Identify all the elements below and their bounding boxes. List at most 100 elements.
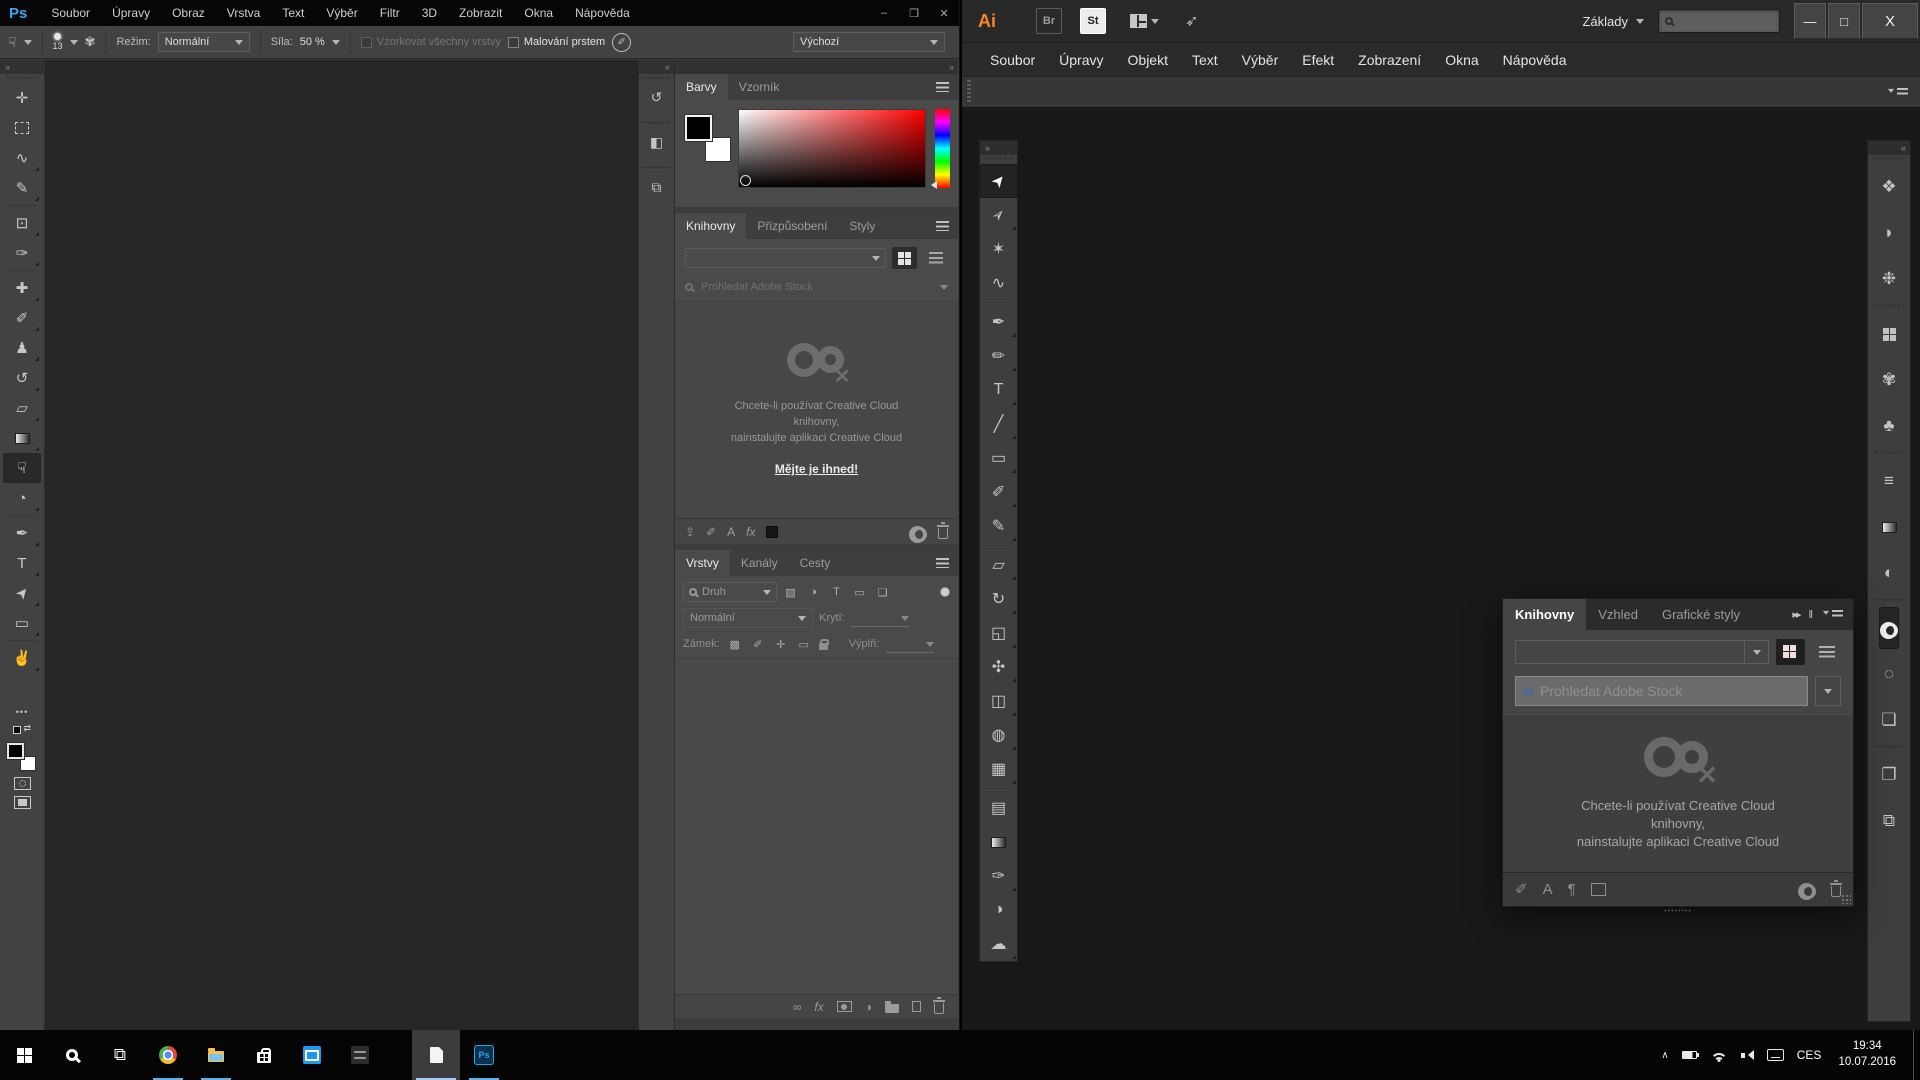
ps-menu--pravy[interactable]: Úpravy: [101, 0, 161, 26]
perspective-grid-tool[interactable]: ▦: [980, 752, 1018, 786]
ai-menu--pravy[interactable]: Úpravy: [1047, 43, 1115, 77]
list-view-button[interactable]: [1812, 639, 1841, 665]
photoshop-canvas[interactable]: [45, 60, 638, 1030]
lock-position-icon[interactable]: ✛: [773, 636, 789, 652]
ai-lib-tab-grafick-styly[interactable]: Grafické styly: [1650, 599, 1752, 630]
history-panel-icon[interactable]: ↺: [643, 83, 671, 111]
symbols-panel-icon[interactable]: ♣: [1883, 405, 1894, 447]
dock-grip[interactable]: [1873, 155, 1904, 164]
search-scope-caret-icon[interactable]: [1815, 676, 1841, 706]
pen-tool[interactable]: ✒: [3, 518, 41, 548]
rectangle-shape-tool[interactable]: ▭: [3, 608, 41, 638]
dock-grip[interactable]: [641, 74, 672, 83]
smudge-tool[interactable]: ☟: [3, 453, 41, 483]
hue-slider[interactable]: [935, 109, 950, 188]
free-transform-tool[interactable]: ◫: [980, 684, 1018, 718]
blend-tool[interactable]: ◑: [980, 893, 1018, 927]
taskbar-messaging-button[interactable]: [288, 1030, 336, 1080]
cc-sync-icon[interactable]: [1798, 883, 1816, 895]
filter-shape-layers-icon[interactable]: ▭: [850, 583, 869, 601]
tool-preset-caret-icon[interactable]: [24, 40, 32, 49]
foreground-color-swatch[interactable]: [685, 115, 712, 141]
grid-view-button[interactable]: [1776, 639, 1805, 665]
collapse-panel-icon[interactable]: ▸▸: [1792, 608, 1799, 621]
spot-healing-brush-tool[interactable]: ✚: [3, 273, 41, 303]
eyedropper-tool[interactable]: ✑: [3, 238, 41, 268]
symbol-sprayer-tool[interactable]: ☁: [980, 927, 1018, 961]
trash-icon[interactable]: [938, 528, 948, 539]
minimize-button[interactable]: —: [1794, 3, 1826, 39]
task-view-button[interactable]: ⧉: [96, 1030, 144, 1080]
width-tool[interactable]: ✣: [980, 650, 1018, 684]
dock-grip[interactable]: [1873, 449, 1904, 458]
adjustment-layer-icon[interactable]: ◑: [865, 1000, 872, 1014]
rotate-tool[interactable]: ↻: [980, 582, 1018, 616]
search-scope-caret-icon[interactable]: [940, 285, 948, 294]
path-selection-tool[interactable]: ➤: [3, 578, 41, 608]
pen-tool[interactable]: ✒: [980, 305, 1018, 339]
zoom-tool[interactable]: [3, 673, 41, 703]
ps-layers-tab-cesty[interactable]: Cesty: [789, 550, 842, 576]
filter-smart-objects-icon[interactable]: ❏: [873, 583, 892, 601]
add-paragraph-style-icon[interactable]: ¶: [1568, 881, 1576, 898]
ai-menu-n-pov-da[interactable]: Nápověda: [1491, 43, 1579, 77]
ps-menu-filtr[interactable]: Filtr: [369, 0, 411, 26]
iconstrip-collapse-icon[interactable]: ‹‹: [639, 60, 674, 74]
trash-icon[interactable]: [1831, 886, 1841, 897]
toolbar-grip[interactable]: [983, 155, 1014, 164]
library-dropdown[interactable]: [685, 248, 886, 268]
swatches-panel-icon[interactable]: [1883, 313, 1896, 355]
lasso-tool[interactable]: ∿: [3, 143, 41, 173]
ps-menu-3d[interactable]: 3D: [411, 0, 448, 26]
crop-tool[interactable]: ⊡: [3, 208, 41, 238]
battery-icon[interactable]: [1682, 1051, 1697, 1059]
ai-lib-tab-vzhled[interactable]: Vzhled: [1586, 599, 1650, 630]
mesh-tool[interactable]: ▤: [980, 791, 1018, 825]
new-group-icon[interactable]: [885, 1004, 899, 1013]
ai-menu-zobrazen-[interactable]: Zobrazení: [1346, 43, 1433, 77]
gradient-tool[interactable]: [980, 825, 1018, 859]
volume-icon[interactable]: [1741, 1049, 1754, 1061]
add-character-style-icon[interactable]: A: [727, 525, 735, 539]
dock-grip[interactable]: [1873, 302, 1904, 311]
color-panel-icon[interactable]: ❖: [1881, 166, 1896, 208]
edit-toolbar-icon[interactable]: •••: [16, 707, 28, 717]
strength-value[interactable]: 50 %: [300, 36, 325, 48]
brush-panel-toggle-icon[interactable]: ✾: [85, 34, 96, 50]
scale-tool[interactable]: ◱: [980, 616, 1018, 650]
panel-menu-icon[interactable]: [1822, 610, 1843, 619]
curvature-tool[interactable]: ✏: [980, 339, 1018, 373]
maximize-button[interactable]: □: [1828, 3, 1860, 39]
rectangle-tool[interactable]: ▭: [980, 441, 1018, 475]
add-layer-style-icon[interactable]: fx: [746, 525, 755, 539]
type-tool[interactable]: T: [3, 548, 41, 578]
ai-lib-tab-knihovny[interactable]: Knihovny: [1503, 599, 1586, 630]
add-graphic-icon[interactable]: ✐: [1515, 880, 1528, 898]
ps-menu-zobrazit[interactable]: Zobrazit: [448, 0, 513, 26]
toolbar-collapse-icon[interactable]: ››: [980, 141, 1017, 155]
dock-grip[interactable]: [1873, 596, 1904, 605]
foreground-background-swatches[interactable]: [7, 743, 37, 771]
strength-caret-icon[interactable]: [332, 40, 340, 49]
clone-stamp-tool[interactable]: ♟: [3, 333, 41, 363]
grid-view-button[interactable]: [892, 247, 917, 269]
ps-colors-tab-vzorn-k[interactable]: Vzorník: [728, 74, 791, 100]
gradient-tool[interactable]: [3, 423, 41, 453]
quick-mask-icon[interactable]: [14, 777, 31, 790]
panel-menu-icon[interactable]: [927, 213, 958, 239]
recolor-artwork-icon[interactable]: ❉: [1882, 258, 1896, 300]
brush-picker-caret-icon[interactable]: [70, 40, 78, 49]
ps-lib-tab-styly[interactable]: Styly: [838, 213, 886, 239]
fill-dropdown[interactable]: [886, 635, 934, 653]
workspace-dropdown[interactable]: Výchozí: [793, 32, 945, 52]
new-layer-icon[interactable]: [912, 1001, 921, 1012]
cc-sync-icon[interactable]: [909, 526, 927, 538]
taskbar-store-button[interactable]: [240, 1030, 288, 1080]
start-button[interactable]: [0, 1030, 48, 1080]
tablet-pressure-icon[interactable]: ✐: [612, 33, 631, 52]
ps-menu-soubor[interactable]: Soubor: [40, 0, 101, 26]
upload-icon[interactable]: ⇪: [685, 525, 695, 539]
dodge-tool[interactable]: ◔: [3, 483, 41, 513]
ps-menu-okna[interactable]: Okna: [513, 0, 564, 26]
saturation-brightness-field[interactable]: [738, 109, 926, 188]
